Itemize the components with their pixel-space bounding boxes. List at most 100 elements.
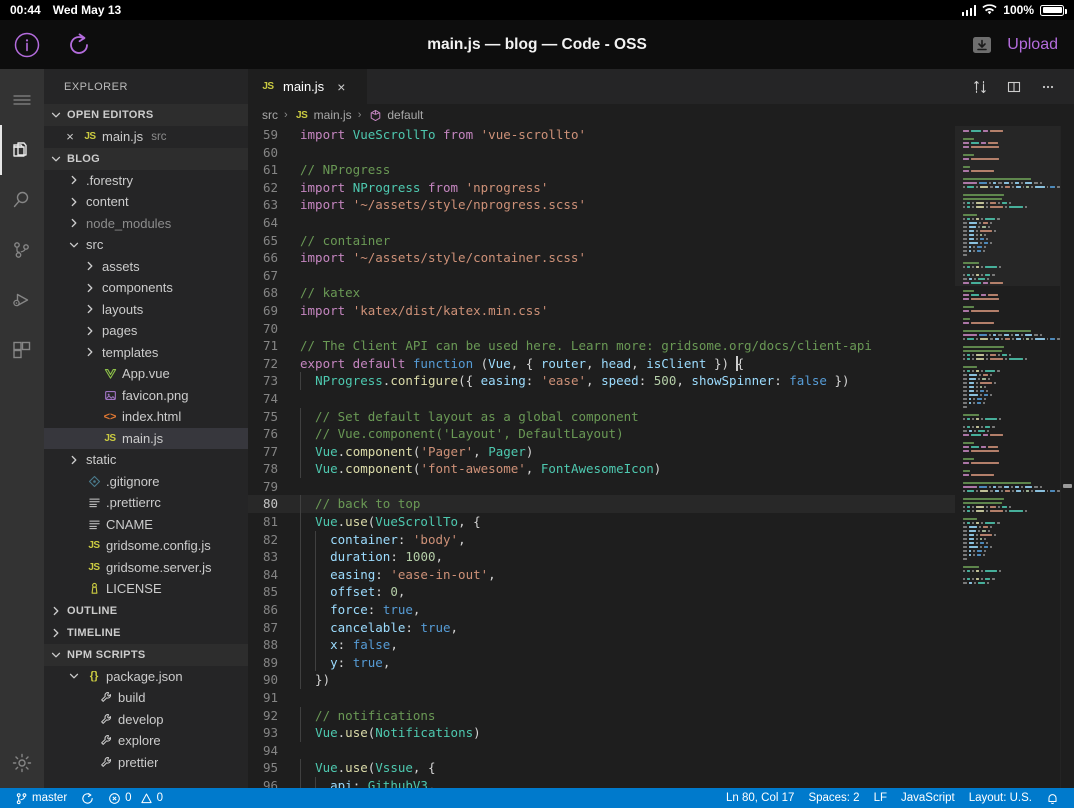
section-npm-scripts[interactable]: NPM SCRIPTS [44,644,248,666]
menu-icon[interactable] [0,75,44,125]
code-line[interactable]: 79 [248,478,955,496]
code-line[interactable]: 80 // back to top [248,495,955,513]
code-line[interactable]: 72export default function (Vue, { router… [248,355,955,373]
status-cursor-position[interactable]: Ln 80, Col 17 [719,788,801,808]
code-line[interactable]: 95 Vue.use(Vssue, { [248,759,955,777]
code-line[interactable]: 62import NProgress from 'nprogress' [248,179,955,197]
npm-script-row[interactable]: explore [44,730,248,752]
explorer-icon[interactable] [0,125,44,175]
code-line[interactable]: 59import VueScrollTo from 'vue-scrollto' [248,126,955,144]
more-actions-icon[interactable] [1034,73,1062,101]
code-line[interactable]: 73 NProgress.configure({ easing: 'ease',… [248,372,955,390]
close-icon[interactable]: × [337,79,345,95]
code-line[interactable]: 87 cancelable: true, [248,619,955,637]
code-line[interactable]: 81 Vue.use(VueScrollTo, { [248,513,955,531]
npm-package-row[interactable]: {} package.json [44,666,248,688]
code-line[interactable]: 74 [248,390,955,408]
code-line[interactable]: 89 y: true, [248,654,955,672]
code-line[interactable]: 84 easing: 'ease-in-out', [248,566,955,584]
code-line[interactable]: 64 [248,214,955,232]
tree-file-row[interactable]: JSmain.js [44,428,248,450]
code-line[interactable]: 68// katex [248,284,955,302]
code-line[interactable]: 90 }) [248,671,955,689]
info-circle-icon[interactable] [14,32,40,58]
section-open-editors[interactable]: OPEN EDITORS [44,104,248,126]
code-line[interactable]: 96 api: GithubV3, [248,777,955,788]
code-line[interactable]: 75 // Set default layout as a global com… [248,408,955,426]
status-branch[interactable]: master [8,788,74,808]
search-icon[interactable] [0,175,44,225]
status-language-mode[interactable]: JavaScript [894,788,962,808]
code-line[interactable]: 85 offset: 0, [248,583,955,601]
code-line[interactable]: 71// The Client API can be used here. Le… [248,337,955,355]
code-line[interactable]: 83 duration: 1000, [248,548,955,566]
code-line[interactable]: 65// container [248,232,955,250]
code-line[interactable]: 78 Vue.component('font-awesome', FontAwe… [248,460,955,478]
run-debug-icon[interactable] [0,275,44,325]
code-line[interactable]: 67 [248,267,955,285]
code-line[interactable]: 70 [248,320,955,338]
scrollbar-vertical[interactable] [1060,126,1074,788]
extensions-icon[interactable] [0,325,44,375]
tree-file-row[interactable]: App.vue [44,363,248,385]
source-control-icon[interactable] [0,225,44,275]
status-indentation[interactable]: Spaces: 2 [801,788,866,808]
code-line[interactable]: 88 x: false, [248,636,955,654]
code-line[interactable]: 77 Vue.component('Pager', Pager) [248,443,955,461]
npm-script-row[interactable]: build [44,687,248,709]
section-timeline[interactable]: TIMELINE [44,622,248,644]
tab-main-js[interactable]: JS main.js × [248,69,368,104]
tree-folder-row[interactable]: assets [44,256,248,278]
breadcrumb-item-symbol[interactable]: default [367,107,423,123]
tree-folder-row[interactable]: src [44,234,248,256]
section-blog[interactable]: BLOG [44,148,248,170]
download-icon[interactable] [969,34,995,56]
code-line[interactable]: 69import 'katex/dist/katex.min.css' [248,302,955,320]
tree-file-row[interactable]: CNAME [44,514,248,536]
tree-file-row[interactable]: .prettierrc [44,492,248,514]
code-line[interactable]: 60 [248,144,955,162]
tree-file-row[interactable]: LICENSE [44,578,248,600]
status-keyboard-layout[interactable]: Layout: U.S. [962,788,1039,808]
split-diff-icon[interactable] [966,73,994,101]
code-scroll-area[interactable]: 59import VueScrollTo from 'vue-scrollto'… [248,126,955,788]
tree-file-row[interactable]: JSgridsome.server.js [44,557,248,579]
status-sync[interactable] [74,788,101,808]
open-editor-item[interactable]: × JS main.js src [44,126,248,148]
status-notifications[interactable] [1039,788,1066,808]
code-line[interactable]: 63import '~/assets/style/nprogress.scss' [248,196,955,214]
tree-file-row[interactable]: .gitignore [44,471,248,493]
code-line[interactable]: 86 force: true, [248,601,955,619]
upload-button[interactable]: Upload [1007,36,1058,54]
tree-folder-row[interactable]: .forestry [44,170,248,192]
code-line[interactable]: 76 // Vue.component('Layout', DefaultLay… [248,425,955,443]
gear-icon[interactable] [0,738,44,788]
tree-folder-row[interactable]: static [44,449,248,471]
code-line[interactable]: 61// NProgress [248,161,955,179]
code-line[interactable]: 82 container: 'body', [248,531,955,549]
status-problems[interactable]: 0 0 [101,788,170,808]
tree-file-row[interactable]: <>index.html [44,406,248,428]
code-line[interactable]: 93 Vue.use(Notifications) [248,724,955,742]
code-line[interactable]: 94 [248,742,955,760]
tree-file-row[interactable]: favicon.png [44,385,248,407]
tree-folder-row[interactable]: pages [44,320,248,342]
tree-folder-row[interactable]: layouts [44,299,248,321]
code-editor[interactable]: 59import VueScrollTo from 'vue-scrollto'… [248,126,1074,788]
npm-script-row[interactable]: develop [44,709,248,731]
split-editor-icon[interactable] [1000,73,1028,101]
scrollbar-thumb[interactable] [1063,484,1072,488]
tree-folder-row[interactable]: node_modules [44,213,248,235]
npm-script-row[interactable]: prettier [44,752,248,774]
code-line[interactable]: 92 // notifications [248,707,955,725]
tree-folder-row[interactable]: components [44,277,248,299]
breadcrumb-item-file[interactable]: JS main.js [294,107,352,123]
reload-icon[interactable] [66,32,92,58]
tree-file-row[interactable]: JSgridsome.config.js [44,535,248,557]
status-eol[interactable]: LF [867,788,894,808]
tree-folder-row[interactable]: content [44,191,248,213]
breadcrumb-item-src[interactable]: src [262,108,278,122]
code-line[interactable]: 91 [248,689,955,707]
close-icon[interactable]: × [62,129,78,145]
code-line[interactable]: 66import '~/assets/style/container.scss' [248,249,955,267]
